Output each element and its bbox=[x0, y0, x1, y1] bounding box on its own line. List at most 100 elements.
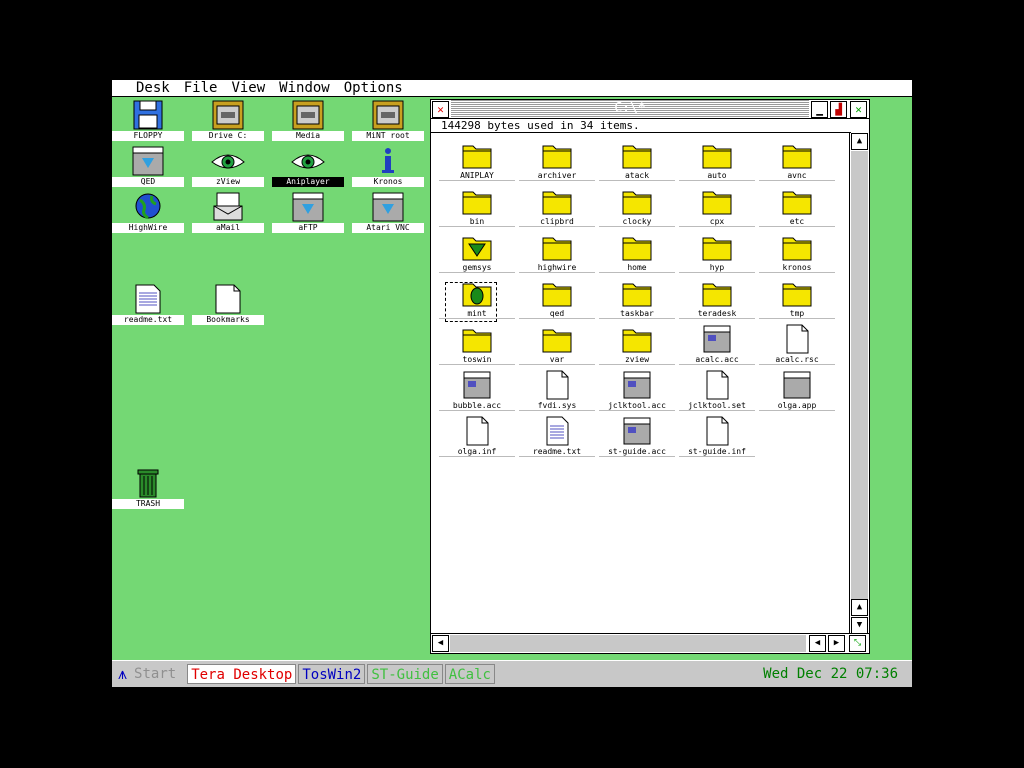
desktop-icon-amail[interactable]: aMail bbox=[192, 192, 264, 238]
file-item[interactable]: acalc.acc bbox=[679, 324, 755, 370]
horizontal-scroll-track[interactable] bbox=[450, 635, 806, 652]
folder-icon[interactable] bbox=[621, 278, 653, 308]
task-st-guide[interactable]: ST-Guide bbox=[367, 664, 443, 684]
file-item[interactable]: fvdi.sys bbox=[519, 370, 595, 416]
desktop-icon-highwire[interactable]: HighWire bbox=[112, 192, 184, 238]
folder-icon[interactable] bbox=[701, 232, 733, 262]
desktop-icon-floppy[interactable]: FLOPPY bbox=[112, 100, 184, 146]
scroll-up-icon[interactable]: ▲ bbox=[851, 133, 868, 150]
window-titlebar[interactable]: ✕ C:\* ▁ ▟ ✕ bbox=[431, 100, 869, 119]
folder-icon[interactable] bbox=[541, 324, 573, 354]
desktop-icon-kronos[interactable]: Kronos bbox=[352, 146, 424, 192]
document-icon[interactable] bbox=[461, 416, 493, 446]
desktop-icon-readme-txt[interactable]: readme.txt bbox=[112, 284, 184, 330]
folder-icon[interactable] bbox=[461, 140, 493, 170]
ftp-app-icon[interactable] bbox=[290, 192, 326, 222]
folder-item[interactable]: clipbrd bbox=[519, 186, 595, 232]
menu-options[interactable]: Options bbox=[344, 80, 403, 96]
task-tera-desktop[interactable]: Tera Desktop bbox=[187, 664, 297, 684]
folder-item[interactable]: archiver bbox=[519, 140, 595, 186]
desktop-icon-qed[interactable]: QED bbox=[112, 146, 184, 192]
scroll-right-icon[interactable]: ▶ bbox=[828, 635, 845, 652]
mail-icon[interactable] bbox=[210, 192, 246, 222]
eye-icon[interactable] bbox=[210, 146, 246, 176]
scroll-left-icon[interactable]: ◀ bbox=[809, 635, 826, 652]
desktop-icon-bookmarks[interactable]: Bookmarks bbox=[192, 284, 264, 330]
floppy-drive-icon[interactable] bbox=[130, 100, 166, 130]
folder-icon[interactable] bbox=[541, 278, 573, 308]
document-icon[interactable] bbox=[210, 284, 246, 314]
scroll-down-icon[interactable]: ▼ bbox=[851, 617, 868, 634]
application-icon[interactable] bbox=[781, 370, 813, 400]
file-item[interactable]: st-guide.inf bbox=[679, 416, 755, 462]
folder-item[interactable]: mint bbox=[439, 278, 515, 324]
menu-view[interactable]: View bbox=[231, 80, 265, 96]
file-item[interactable]: olga.inf bbox=[439, 416, 515, 462]
folder-icon[interactable] bbox=[621, 140, 653, 170]
folder-icon[interactable] bbox=[621, 232, 653, 262]
task-toswin2[interactable]: TosWin2 bbox=[298, 664, 366, 684]
application-icon[interactable] bbox=[621, 370, 653, 400]
folder-item[interactable]: home bbox=[599, 232, 675, 278]
folder-icon[interactable] bbox=[541, 232, 573, 262]
eye-icon[interactable] bbox=[290, 146, 326, 176]
vertical-scroll-track[interactable] bbox=[851, 151, 868, 599]
desktop-icon-aftp[interactable]: aFTP bbox=[272, 192, 344, 238]
file-item[interactable]: jclktool.set bbox=[679, 370, 755, 416]
folder-item[interactable]: cpx bbox=[679, 186, 755, 232]
folder-icon[interactable] bbox=[701, 186, 733, 216]
folder-item[interactable]: teradesk bbox=[679, 278, 755, 324]
start-button[interactable]: Start bbox=[131, 664, 179, 684]
window-title[interactable]: C:\* bbox=[451, 100, 809, 118]
folder-item[interactable]: atack bbox=[599, 140, 675, 186]
file-item[interactable]: bubble.acc bbox=[439, 370, 515, 416]
menu-window[interactable]: Window bbox=[279, 80, 330, 96]
folder-item[interactable]: avnc bbox=[759, 140, 835, 186]
fuller-icon[interactable]: ▟ bbox=[830, 101, 847, 118]
folder-item[interactable]: gemsys bbox=[439, 232, 515, 278]
file-item[interactable]: jclktool.acc bbox=[599, 370, 675, 416]
folder-item[interactable]: toswin bbox=[439, 324, 515, 370]
vertical-scrollbar[interactable]: ▲ ▲ ▼ bbox=[849, 133, 869, 635]
atari-logo-icon[interactable]: ⩚ bbox=[118, 664, 127, 684]
folder-item[interactable]: etc bbox=[759, 186, 835, 232]
resize-icon[interactable]: ⤡ bbox=[849, 635, 866, 652]
file-item[interactable]: acalc.rsc bbox=[759, 324, 835, 370]
folder-icon[interactable] bbox=[781, 186, 813, 216]
info-icon[interactable] bbox=[370, 146, 406, 176]
folder-icon[interactable] bbox=[461, 232, 493, 262]
folder-icon[interactable] bbox=[781, 278, 813, 308]
file-item[interactable]: st-guide.acc bbox=[599, 416, 675, 462]
document-icon[interactable] bbox=[701, 370, 733, 400]
media-drive-icon[interactable] bbox=[290, 100, 326, 130]
task-acalc[interactable]: ACalc bbox=[444, 664, 495, 684]
folder-item[interactable]: clocky bbox=[599, 186, 675, 232]
folder-icon[interactable] bbox=[701, 140, 733, 170]
folder-item[interactable]: kronos bbox=[759, 232, 835, 278]
desktop-icon-trash[interactable]: TRASH bbox=[112, 468, 184, 514]
close-icon[interactable]: ✕ bbox=[432, 101, 449, 118]
folder-icon[interactable] bbox=[461, 186, 493, 216]
horizontal-scrollbar[interactable]: ◀ ◀ ▶ ⤡ bbox=[431, 633, 869, 653]
folder-icon[interactable] bbox=[621, 324, 653, 354]
folder-icon[interactable] bbox=[701, 278, 733, 308]
scroll-up-icon[interactable]: ▲ bbox=[851, 599, 868, 616]
folder-item[interactable]: hyp bbox=[679, 232, 755, 278]
folder-icon[interactable] bbox=[781, 232, 813, 262]
desktop-icon-drive-c[interactable]: Drive C: bbox=[192, 100, 264, 146]
document-icon[interactable] bbox=[701, 416, 733, 446]
desktop-icon-mint-root[interactable]: MiNT root bbox=[352, 100, 424, 146]
trash-icon[interactable] bbox=[130, 468, 166, 498]
desktop-icon-media[interactable]: Media bbox=[272, 100, 344, 146]
document-icon[interactable] bbox=[541, 370, 573, 400]
folder-icon[interactable] bbox=[461, 278, 493, 308]
iconify-icon[interactable]: ▁ bbox=[811, 101, 828, 118]
scroll-left-icon[interactable]: ◀ bbox=[432, 635, 449, 652]
folder-item[interactable]: qed bbox=[519, 278, 595, 324]
text-file-icon[interactable] bbox=[541, 416, 573, 446]
desktop-icon-atari-vnc[interactable]: Atari VNC bbox=[352, 192, 424, 238]
folder-item[interactable]: highwire bbox=[519, 232, 595, 278]
folder-icon[interactable] bbox=[781, 140, 813, 170]
folder-icon[interactable] bbox=[621, 186, 653, 216]
text-file-icon[interactable] bbox=[130, 284, 166, 314]
